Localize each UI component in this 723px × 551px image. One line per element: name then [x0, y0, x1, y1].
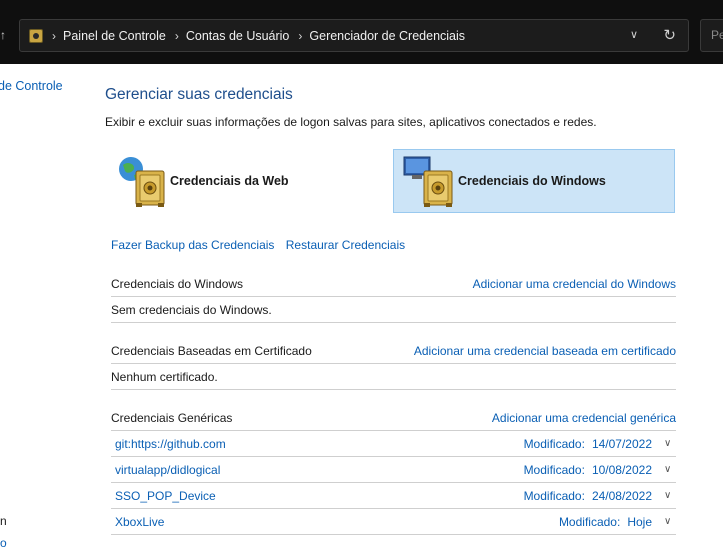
- chevron-right-icon[interactable]: ›: [175, 29, 179, 43]
- empty-message: Sem credenciais do Windows.: [111, 297, 676, 323]
- address-bar[interactable]: › Painel de Controle › Contas de Usuário…: [19, 19, 689, 52]
- backup-credentials-link[interactable]: Fazer Backup das Credenciais: [111, 238, 274, 252]
- breadcrumb-credential-manager[interactable]: Gerenciador de Credenciais: [309, 29, 465, 43]
- section-certificate-credentials: Credenciais Baseadas em Certificado Adic…: [111, 338, 676, 390]
- refresh-icon[interactable]: ↻: [663, 26, 676, 44]
- page-title: Gerenciar suas credenciais: [105, 86, 293, 103]
- tile-web-credentials[interactable]: Credenciais da Web: [111, 149, 379, 213]
- control-panel-icon: [29, 28, 43, 43]
- page-description: Exibir e excluir suas informações de log…: [105, 115, 597, 129]
- credential-modified: Modificado: 14/07/2022 ∨: [524, 437, 676, 451]
- search-input[interactable]: Pe: [700, 19, 723, 52]
- chevron-down-icon[interactable]: ∨: [630, 28, 638, 41]
- chevron-right-icon[interactable]: ›: [52, 29, 56, 43]
- credential-row[interactable]: virtualapp/didlogical Modificado: 10/08/…: [111, 457, 676, 483]
- nav-link-control-panel-home[interactable]: de Controle: [0, 79, 63, 93]
- credential-row[interactable]: git:https://github.com Modificado: 14/07…: [111, 431, 676, 457]
- backup-restore-links: Fazer Backup das Credenciais Restaurar C…: [111, 238, 413, 252]
- section-generic-credentials: Credenciais Genéricas Adicionar uma cred…: [111, 405, 676, 535]
- title-bar: ↑ › Painel de Controle › Contas de Usuár…: [0, 0, 723, 64]
- add-generic-credential-link[interactable]: Adicionar uma credencial genérica: [492, 411, 676, 425]
- web-vault-icon: [114, 153, 170, 209]
- credential-name: XboxLive: [115, 514, 165, 529]
- modified-date: 24/08/2022: [591, 488, 652, 503]
- section-title: Credenciais Genéricas: [111, 410, 233, 425]
- chevron-down-icon[interactable]: ∨: [664, 490, 676, 501]
- modified-label: Modificado:: [523, 436, 585, 451]
- restore-credentials-link[interactable]: Restaurar Credenciais: [286, 238, 405, 252]
- credential-modified: Modificado: 24/08/2022 ∨: [524, 489, 676, 503]
- section-title: Credenciais Baseadas em Certificado: [111, 343, 312, 358]
- section-windows-credentials: Credenciais do Windows Adicionar uma cre…: [111, 271, 676, 323]
- breadcrumb-control-panel[interactable]: Painel de Controle: [63, 29, 166, 43]
- credential-name: git:https://github.com: [115, 436, 226, 451]
- chevron-down-icon[interactable]: ∨: [664, 438, 676, 449]
- breadcrumb-user-accounts[interactable]: Contas de Usuário: [186, 29, 290, 43]
- empty-message: Nenhum certificado.: [111, 364, 676, 390]
- chevron-right-icon[interactable]: ›: [298, 29, 302, 43]
- modified-label: Modificado:: [523, 462, 585, 477]
- tile-windows-label: Credenciais do Windows: [458, 174, 606, 188]
- credential-modified: Modificado: 10/08/2022 ∨: [524, 463, 676, 477]
- modified-date: 10/08/2022: [591, 462, 652, 477]
- see-also-label: n: [0, 514, 7, 528]
- modified-label: Modificado:: [523, 488, 585, 503]
- credential-row[interactable]: SSO_POP_Device Modificado: 24/08/2022 ∨: [111, 483, 676, 509]
- add-windows-credential-link[interactable]: Adicionar uma credencial do Windows: [473, 277, 676, 291]
- section-header: Credenciais Baseadas em Certificado Adic…: [111, 338, 676, 364]
- nav-link-bottom[interactable]: o: [0, 536, 7, 550]
- modified-date: 14/07/2022: [591, 436, 652, 451]
- up-arrow-icon[interactable]: ↑: [0, 28, 6, 42]
- section-title: Credenciais do Windows: [111, 276, 244, 291]
- credential-row[interactable]: XboxLive Modificado: Hoje ∨: [111, 509, 676, 535]
- tile-web-label: Credenciais da Web: [170, 174, 289, 188]
- tile-windows-credentials[interactable]: Credenciais do Windows: [393, 149, 675, 213]
- credential-modified: Modificado: Hoje ∨: [559, 515, 676, 529]
- modified-date: Hoje: [627, 514, 652, 529]
- modified-label: Modificado:: [558, 514, 621, 529]
- chevron-down-icon[interactable]: ∨: [664, 516, 676, 527]
- windows-vault-icon: [402, 153, 458, 209]
- add-certificate-credential-link[interactable]: Adicionar uma credencial baseada em cert…: [414, 344, 676, 358]
- section-header: Credenciais Genéricas Adicionar uma cred…: [111, 405, 676, 431]
- credential-name: virtualapp/didlogical: [115, 462, 221, 477]
- section-header: Credenciais do Windows Adicionar uma cre…: [111, 271, 676, 297]
- chevron-down-icon[interactable]: ∨: [664, 464, 676, 475]
- credential-name: SSO_POP_Device: [115, 488, 216, 503]
